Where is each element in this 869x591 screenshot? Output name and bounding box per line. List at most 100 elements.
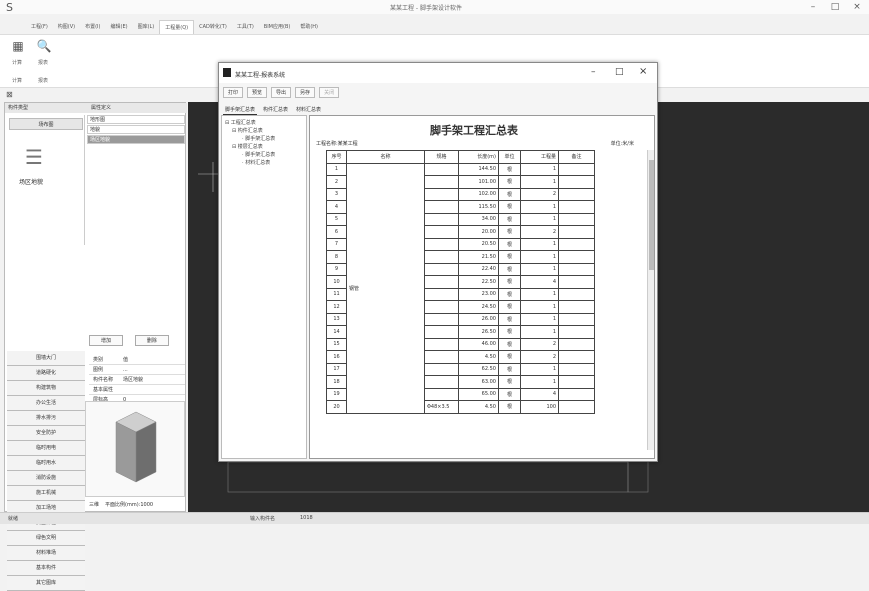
delete-button[interactable]: 删除 [134, 335, 169, 346]
preview-button[interactable]: 预览 [247, 87, 268, 98]
table-cell: 2 [520, 337, 559, 351]
report-icon[interactable]: 🔍 [36, 39, 52, 59]
tree-node[interactable]: · 脚手架汇总表 [242, 135, 275, 142]
menu-library[interactable]: 图库(L) [133, 20, 160, 34]
table-cell [558, 275, 595, 289]
category-item[interactable]: 临时用水 [7, 456, 85, 471]
prop-table-row[interactable]: 基本属性 [89, 385, 185, 395]
table-cell: 根 [498, 162, 521, 176]
group-calc-label: 计算 [12, 78, 23, 84]
tree-node[interactable]: · 材料汇总表 [242, 159, 270, 166]
category-item[interactable]: 绿色文明 [7, 531, 85, 546]
col-header: 规格 [424, 150, 459, 164]
tab-scaffold-summary[interactable]: 脚手架汇总表 [223, 105, 258, 115]
dialog-close-button[interactable]: × [639, 66, 647, 77]
close-button[interactable]: × [850, 2, 864, 12]
add-button[interactable]: 增加 [89, 335, 123, 346]
table-cell: 17 [326, 362, 347, 376]
category-item[interactable]: 道路硬化 [7, 366, 85, 381]
prop-row[interactable]: 地形图 [87, 115, 185, 124]
category-item[interactable]: 材料堆场 [7, 546, 85, 561]
prop-table-row[interactable]: 图例... [89, 365, 185, 375]
category-item[interactable]: 办公生活 [7, 396, 85, 411]
maximize-button[interactable]: □ [828, 2, 842, 12]
report-title: 脚手架工程汇总表 [430, 124, 518, 137]
table-cell: 根 [498, 200, 521, 214]
table-cell: 63.00 [458, 375, 499, 389]
scroll-thumb[interactable] [649, 160, 654, 270]
prop-table-row[interactable]: 构件名称 场区地貌 [89, 375, 185, 385]
save-as-button[interactable]: 另存 [295, 87, 316, 98]
table-cell: 1 [520, 237, 559, 251]
menu-cad[interactable]: CAD转化(T) [194, 20, 232, 34]
category-item[interactable]: 施工机械 [7, 486, 85, 501]
category-item[interactable]: 围墙大门 [7, 351, 85, 366]
category-item[interactable]: 临时用电 [7, 441, 85, 456]
minimize-button[interactable]: – [806, 2, 820, 12]
table-cell [558, 212, 595, 226]
table-cell [424, 287, 459, 301]
dialog-toolbar: 打印 预览 导出 另存 关闭 [223, 87, 340, 98]
table-cell: 20.00 [458, 225, 499, 239]
tab-component-summary[interactable]: 构件汇总表 [261, 105, 290, 115]
menu-quantity[interactable]: 工程量(Q) [159, 20, 195, 34]
calculate-icon[interactable]: ▦ [10, 39, 26, 59]
menu-insert[interactable]: 布置(I) [80, 20, 105, 34]
menu-bim[interactable]: BIM应用(B) [259, 20, 296, 34]
table-cell: 144.50 [458, 162, 499, 176]
menu-tools[interactable]: 工具(T) [232, 20, 259, 34]
table-cell [558, 175, 595, 189]
table-cell: 4.50 [458, 350, 499, 364]
dialog-title: 某某工程-报表系统 [235, 72, 286, 79]
terrain-icon[interactable]: ☰ [25, 145, 43, 169]
table-cell: 1 [520, 262, 559, 276]
table-cell: 46.00 [458, 337, 499, 351]
dialog-maximize-button[interactable]: □ [615, 67, 624, 77]
tab-material-summary[interactable]: 材料汇总表 [294, 105, 323, 115]
tree-node[interactable]: ⊟ 工程汇总表 [225, 119, 256, 126]
3d-preview [85, 401, 185, 497]
category-item-label[interactable]: 场区地貌 [19, 177, 43, 186]
table-cell: 3 [326, 187, 347, 201]
close-report-button[interactable]: 关闭 [319, 87, 340, 98]
table-cell: 65.00 [458, 387, 499, 401]
table-cell: 62.50 [458, 362, 499, 376]
scale-field[interactable]: 平面比例(mm):1000 [105, 501, 153, 508]
prop-table-row[interactable]: 类别值 [89, 355, 185, 365]
category-item[interactable]: 安全防护 [7, 426, 85, 441]
table-cell: 21.50 [458, 250, 499, 264]
prop-row[interactable]: 地貌 [87, 125, 185, 134]
prop-row-selected[interactable]: 场区地貌 [87, 135, 185, 144]
table-cell: 7 [326, 237, 347, 251]
category-item[interactable]: 其它图库 [7, 576, 85, 591]
tree-node[interactable]: ⊟ 楼层汇总表 [232, 143, 263, 150]
table-cell [424, 200, 459, 214]
table-cell: 2 [520, 350, 559, 364]
pin-icon[interactable]: ⊠ [6, 90, 13, 99]
tree-node[interactable]: · 脚手架汇总表 [242, 151, 275, 158]
menu-view[interactable]: 构图(V) [53, 20, 80, 34]
tree-node[interactable]: ⊟ 构件汇总表 [232, 127, 263, 134]
window-title: 某某工程 - 脚手架设计软件 [390, 5, 462, 12]
print-button[interactable]: 打印 [223, 87, 244, 98]
menu-edit[interactable]: 编辑(E) [106, 20, 133, 34]
category-item[interactable]: 构建筑物 [7, 381, 85, 396]
dialog-minimize-button[interactable]: – [591, 67, 596, 77]
table-cell: 1 [520, 287, 559, 301]
category-selector[interactable]: 场布图 [9, 118, 83, 130]
table-cell: 根 [498, 387, 521, 401]
category-item[interactable]: 消防设施 [7, 471, 85, 486]
menu-file[interactable]: 工程(F) [26, 20, 53, 34]
table-cell: 100 [520, 400, 559, 414]
window-titlebar: S 某某工程 - 脚手架设计软件 – □ × [0, 0, 869, 14]
table-cell [424, 337, 459, 351]
table-cell [558, 337, 595, 351]
menu-help[interactable]: 帮助(H) [295, 20, 323, 34]
view-mode-select[interactable]: 三维 [89, 501, 99, 508]
property-list: 地形图 地貌 场区地貌 [87, 115, 185, 145]
export-button[interactable]: 导出 [271, 87, 292, 98]
category-item[interactable]: 排水排污 [7, 411, 85, 426]
category-item[interactable]: 基本构件 [7, 561, 85, 576]
panel-header-label: 构件类型 [8, 105, 29, 111]
vertical-scrollbar[interactable] [647, 150, 654, 450]
